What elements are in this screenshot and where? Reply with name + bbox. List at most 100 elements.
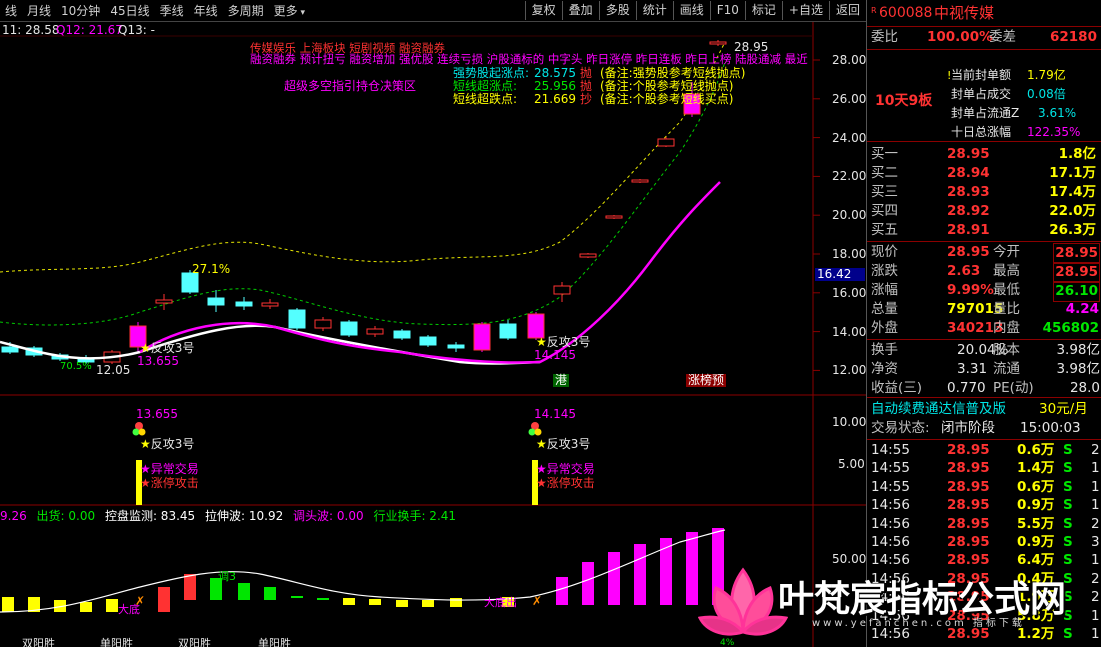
bid-label: 买二: [871, 165, 898, 181]
tick-side: S: [1063, 589, 1073, 606]
quote-row: 涨幅 9.99% 最低 26.10: [867, 281, 1101, 302]
stats-button[interactable]: 统计: [635, 1, 673, 20]
status-value: 闭市阶段: [941, 420, 995, 436]
mid-zhangting-2: ★涨停攻击: [536, 477, 595, 490]
tab-10min[interactable]: 10分钟: [56, 3, 105, 21]
candle-body: [1, 346, 19, 353]
tab-45day[interactable]: 45日线: [105, 3, 154, 21]
tick-time: 14:56: [871, 589, 910, 606]
bottom-header-item: 拉伸波: 10.92: [205, 509, 284, 523]
signal-dot: [528, 428, 536, 436]
chart-toolbar: 线 月线 10分钟 45日线 季线 年线 多周期 更多 ▾ 复权 叠加 多股 统…: [0, 0, 866, 22]
f10-button[interactable]: F10: [709, 1, 745, 20]
tick-volume: 1.4万: [1017, 460, 1055, 477]
seal-stat-row: 封单占流通Z 3.61%: [867, 104, 1101, 123]
y-axis-label: 20.00: [832, 208, 867, 223]
volume-bar: [712, 528, 724, 605]
candle-body: [261, 302, 279, 307]
stats-value-2: 3.98亿: [1056, 342, 1100, 358]
add-watchlist-button[interactable]: +自选: [781, 1, 829, 20]
header-value-q13: Q13: -: [118, 23, 155, 37]
bottom-header: 9.26 出货: 0.00 控盘监测: 83.45 拉伸波: 10.92 调头波…: [0, 510, 462, 523]
tick-price: 28.95: [947, 442, 990, 458]
quote-panel: R 600088 中视传媒 委比 100.00% 委差 62180 10天9板 …: [866, 0, 1101, 647]
bid-row[interactable]: 买二 28.94 17.1万: [867, 164, 1101, 183]
quote-label-1: 涨跌: [871, 263, 898, 279]
back-button[interactable]: 返回: [828, 1, 866, 20]
tab-line[interactable]: 线: [0, 3, 22, 21]
tick-row: 14:56 28.95 0.4万 S 2: [867, 570, 1101, 588]
adjust-button[interactable]: 复权: [524, 1, 562, 20]
seal-stat-value: 3.61%: [1038, 106, 1077, 120]
fangong-marker-label: 反攻3号: [150, 341, 195, 355]
bid-row[interactable]: 买一 28.95 1.8亿: [867, 145, 1101, 164]
volume-bar: [106, 599, 118, 612]
tick-row: 14:55 28.95 0.6万 S 2: [867, 441, 1101, 459]
tab-quarterly[interactable]: 季线: [155, 3, 189, 21]
star-icon: ★: [140, 476, 151, 490]
mid-fangong-1: ★反攻3号: [140, 438, 194, 451]
candle-body: [709, 41, 727, 45]
tab-multi-period[interactable]: 多周期: [223, 3, 269, 21]
bid-label: 买一: [871, 146, 898, 162]
bid-row[interactable]: 买三 28.93 17.4万: [867, 183, 1101, 202]
tick-price: 28.95: [947, 607, 990, 624]
volume-bar: [291, 596, 303, 598]
mid-axis-10: 10.00: [832, 415, 867, 429]
weicha-value: 62180: [1050, 29, 1097, 45]
promo-row[interactable]: 自动续费通达信普及版 30元/月: [867, 400, 1101, 419]
signal-dot: [534, 428, 542, 436]
stock-title[interactable]: R 600088 中视传媒: [867, 4, 1101, 24]
bid-price: 28.95: [947, 146, 990, 162]
tick-count: 2: [1091, 589, 1100, 606]
low-price-label: 12.05: [96, 363, 131, 377]
mark-button[interactable]: 标记: [744, 1, 782, 20]
star-icon: ★: [140, 341, 151, 355]
overlay-button[interactable]: 叠加: [561, 1, 599, 20]
seal-stat-value: 122.35%: [1027, 125, 1081, 139]
mid-zhangting-label: 涨停攻击: [150, 476, 199, 490]
tick-time: 14:56: [871, 626, 910, 642]
bid-volume: 17.1万: [1049, 165, 1096, 181]
tick-row: 14:56 28.95 1.9万 S 2: [867, 588, 1101, 606]
bid-row[interactable]: 买五 28.91 26.3万: [867, 221, 1101, 240]
candle-body: [579, 253, 597, 258]
kline-chart[interactable]: ✗ ✗ 11: 28.58 Q12: 21.67 Q13: - 传媒娱乐 上海板块…: [0, 22, 866, 647]
volume-bar: [158, 587, 170, 612]
y-axis-label: 18.00: [832, 247, 867, 261]
seal-stat-row: 封单占成交 0.08倍: [867, 85, 1101, 104]
multi-stock-button[interactable]: 多股: [598, 1, 636, 20]
tick-row: 14:56 28.95 0.9万 S 1: [867, 496, 1101, 514]
quote-label-1: 涨幅: [871, 282, 898, 298]
header-value-left: 11: 28.58: [2, 23, 60, 37]
low-price-label-3: 14.145: [534, 348, 576, 362]
r-badge: R: [871, 6, 877, 15]
y-axis-label: 14.00: [832, 324, 867, 339]
bottom-axis-50: 50.00: [832, 552, 867, 566]
candle-body: [499, 323, 517, 339]
bid-row[interactable]: 买四 28.92 22.0万: [867, 202, 1101, 221]
seal-stat-row: ! 当前封单额 1.79亿: [867, 66, 1101, 85]
tick-side: S: [1063, 607, 1073, 624]
tab-yearly[interactable]: 年线: [189, 3, 223, 21]
tab-more[interactable]: 更多 ▾: [269, 3, 310, 21]
draw-button[interactable]: 画线: [672, 1, 710, 20]
quote-value-2: 456802: [1042, 320, 1099, 336]
tick-price: 28.95: [947, 552, 990, 569]
tick-price: 28.95: [947, 589, 990, 606]
stock-name: 中视传媒: [934, 4, 995, 22]
quote-label-2: 今开: [993, 244, 1020, 260]
tick-side: S: [1063, 552, 1073, 569]
tab-monthly[interactable]: 月线: [22, 3, 56, 21]
promo-price: 30元/月: [1039, 401, 1088, 417]
status-label: 交易状态:: [871, 420, 930, 436]
y-axis-label: 24.00: [832, 130, 867, 145]
stats-row: 收益(三) 0.770 PE(动) 28.0: [867, 379, 1101, 398]
mid-yichang-2: ★异常交易: [536, 463, 595, 476]
bottom-header-item: 出货: 0.00: [36, 509, 96, 523]
bid-label: 买五: [871, 222, 898, 238]
stats-label-2: 股本: [993, 342, 1020, 358]
tick-volume: 5.5万: [1017, 515, 1055, 532]
bid-label: 买三: [871, 184, 898, 200]
tick-row: 14:56 28.95 6.4万 S 1: [867, 551, 1101, 569]
